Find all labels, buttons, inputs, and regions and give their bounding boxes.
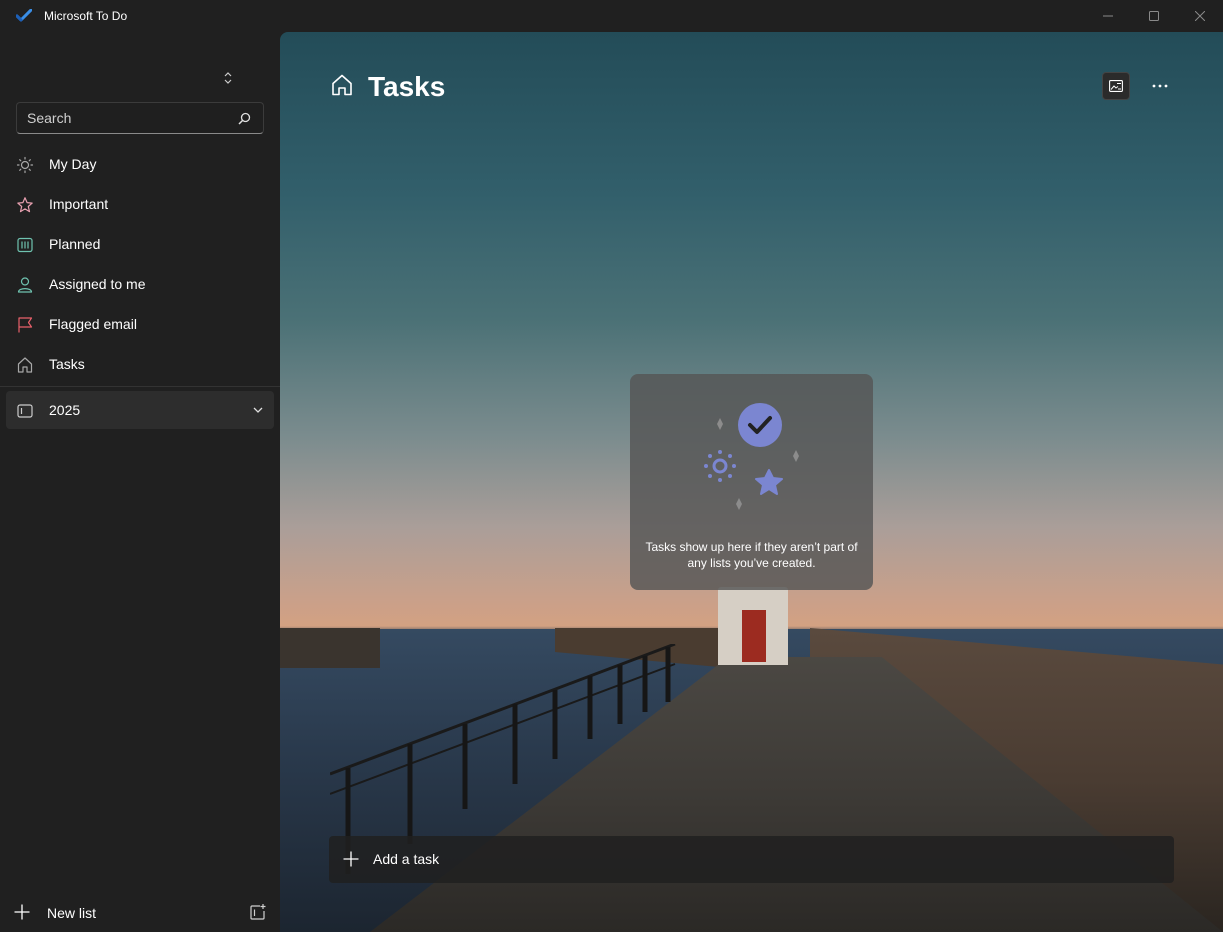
background-image-icon [1109, 80, 1123, 92]
sidebar-item-planned[interactable]: Planned [6, 225, 274, 263]
more-options-button[interactable] [1146, 72, 1174, 100]
main-pane: Tasks Tasks show up here if they aren’t … [280, 32, 1223, 932]
app-window: Microsoft To Do Search My Day Important … [0, 0, 1223, 932]
page-title: Tasks [368, 71, 446, 102]
home-icon [332, 74, 352, 96]
chevron-down-icon[interactable] [252, 404, 264, 416]
app-logo-icon [16, 9, 32, 22]
maximize-icon [1149, 11, 1159, 21]
person-icon [16, 276, 34, 294]
title-bar: Microsoft To Do [0, 0, 1223, 32]
background-lighthouse-door [742, 610, 766, 662]
new-list-button[interactable]: New list [47, 905, 96, 921]
search-icon[interactable] [238, 112, 251, 125]
sidebar-item-important[interactable]: Important [6, 185, 274, 223]
change-background-button[interactable] [1102, 72, 1130, 100]
sidebar-item-flagged-email[interactable]: Flagged email [6, 305, 274, 343]
empty-state-card: Tasks show up here if they aren’t part o… [630, 374, 873, 590]
minimize-icon [1103, 15, 1113, 17]
search-input[interactable] [27, 103, 227, 133]
sidebar-item-label: Assigned to me [49, 276, 146, 292]
plus-icon[interactable] [14, 904, 30, 920]
star-icon [16, 196, 34, 214]
sidebar-group-2025[interactable]: 2025 [6, 391, 274, 429]
sidebar-item-label: Planned [49, 236, 101, 252]
sidebar-item-label: My Day [49, 156, 97, 172]
list-group-icon [16, 402, 34, 420]
close-button[interactable] [1177, 0, 1223, 32]
app-title: Microsoft To Do [44, 9, 128, 23]
sidebar-item-tasks[interactable]: Tasks [6, 345, 274, 383]
sidebar-item-label: Important [49, 196, 109, 212]
empty-state-text: Tasks show up here if they aren’t part o… [645, 540, 858, 570]
close-icon [1195, 11, 1205, 21]
add-task-input[interactable] [373, 844, 1133, 874]
flag-icon [16, 316, 34, 334]
plus-icon [343, 851, 359, 867]
sidebar: My Day Important Planned [0, 32, 280, 932]
account-switcher-icon[interactable] [220, 70, 236, 86]
empty-state-illustration-icon [704, 403, 799, 510]
sidebar-group-label: 2025 [49, 402, 81, 418]
minimize-button[interactable] [1085, 0, 1131, 32]
sidebar-divider [0, 386, 280, 387]
sidebar-item-label: Tasks [49, 356, 85, 372]
more-icon [1152, 84, 1168, 88]
sun-icon [16, 156, 34, 174]
home-icon [16, 356, 34, 374]
sidebar-item-my-day[interactable]: My Day [6, 145, 274, 183]
sidebar-item-assigned-to-me[interactable]: Assigned to me [6, 265, 274, 303]
add-task-bar[interactable] [329, 836, 1174, 883]
calendar-grid-icon [16, 236, 34, 254]
new-group-icon[interactable] [249, 903, 267, 921]
maximize-button[interactable] [1131, 0, 1177, 32]
new-list-bar: New list [0, 894, 280, 932]
search-box[interactable] [16, 102, 264, 134]
sidebar-item-label: Flagged email [49, 316, 137, 332]
